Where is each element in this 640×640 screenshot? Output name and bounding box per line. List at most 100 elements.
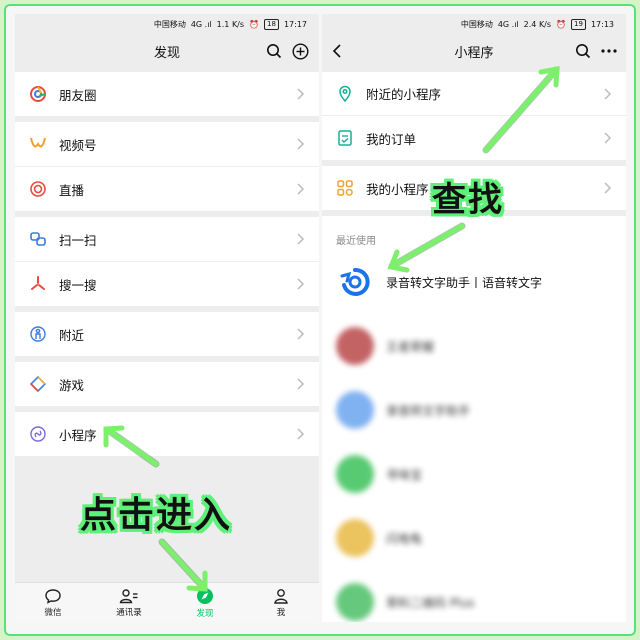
alarm-icon: ⏰ bbox=[556, 19, 567, 29]
nearby-icon bbox=[27, 323, 49, 345]
menu-item-nearby[interactable]: 附近 bbox=[15, 312, 319, 356]
chevron-right-icon bbox=[297, 328, 305, 340]
page-title: 小程序 bbox=[454, 45, 494, 61]
callout-click-enter: 点击进入 bbox=[80, 495, 233, 536]
search-sparkle-icon bbox=[27, 273, 49, 295]
chevron-right-icon bbox=[297, 88, 305, 100]
channels-icon bbox=[27, 133, 49, 155]
chat-icon bbox=[45, 588, 61, 604]
mini-programs-screen: 中国移动 4G .ıl 2.4 K/s ⏰ 19 17:13 小程序 附近的小程… bbox=[322, 14, 626, 622]
games-icon bbox=[27, 373, 49, 395]
mini-program-name: 录音转文字助手 bbox=[386, 403, 471, 418]
location-icon bbox=[334, 83, 356, 105]
recent-mini-program-item[interactable]: 闪电龟 bbox=[322, 506, 626, 570]
menu-item-label: 我的订单 bbox=[366, 131, 417, 147]
menu-item-label: 游戏 bbox=[59, 377, 85, 393]
me-icon bbox=[274, 588, 288, 604]
network-speed: 2.4 K/s bbox=[523, 19, 552, 29]
moments-icon bbox=[27, 83, 49, 105]
menu-item-label: 朋友圈 bbox=[59, 87, 97, 103]
app-avatar-icon bbox=[336, 455, 374, 493]
discover-icon bbox=[197, 587, 213, 604]
menu-item-mini-programs[interactable]: 小程序 bbox=[15, 412, 319, 456]
menu-item-label: 小程序 bbox=[59, 427, 97, 443]
signal-indicator: 4G .ıl bbox=[190, 19, 212, 29]
menu-item-label: 搜一搜 bbox=[59, 277, 97, 293]
tab-label: 我 bbox=[276, 607, 286, 618]
search-icon[interactable] bbox=[265, 42, 283, 60]
chevron-right-icon bbox=[297, 183, 305, 195]
bottom-tab-bar: 微信 通讯录 发现 我 bbox=[15, 582, 319, 622]
add-icon[interactable] bbox=[291, 42, 309, 60]
carrier: 中国移动 bbox=[460, 19, 493, 29]
recent-section-label: 最近使用 bbox=[336, 236, 376, 247]
status-bar: 中国移动 4G .ıl 2.4 K/s ⏰ 19 17:13 bbox=[322, 14, 626, 34]
nav-bar: 小程序 bbox=[322, 34, 626, 68]
app-avatar-icon bbox=[336, 519, 374, 557]
chevron-right-icon bbox=[297, 428, 305, 440]
mini-program-name: 录音转文字助手丨语音转文字 bbox=[386, 275, 543, 290]
recent-mini-program-item[interactable]: 寻味宝 bbox=[322, 442, 626, 506]
order-icon bbox=[334, 127, 356, 149]
app-avatar-icon bbox=[336, 583, 374, 621]
menu-item-label: 视频号 bbox=[59, 137, 97, 153]
tab-label: 微信 bbox=[44, 607, 62, 618]
app-avatar-icon bbox=[336, 327, 374, 365]
nav-bar: 发现 bbox=[15, 34, 319, 68]
mini-program-name: 草料二维码 Plus bbox=[386, 595, 475, 610]
carrier: 中国移动 bbox=[153, 19, 186, 29]
chevron-right-icon bbox=[604, 132, 612, 144]
menu-item-search[interactable]: 搜一搜 bbox=[15, 262, 319, 306]
tab-label: 通讯录 bbox=[116, 607, 142, 618]
menu-item-label: 直播 bbox=[59, 182, 85, 198]
battery-icon: 18 bbox=[264, 18, 279, 30]
tab-label: 发现 bbox=[196, 608, 214, 619]
voice-to-text-app-icon bbox=[336, 263, 374, 301]
search-icon[interactable] bbox=[574, 42, 592, 60]
page-title: 发现 bbox=[153, 45, 180, 61]
recent-mini-program-item[interactable]: 录音转文字助手丨语音转文字 bbox=[322, 250, 626, 314]
chevron-right-icon bbox=[297, 138, 305, 150]
tab-contacts[interactable]: 通讯录 bbox=[91, 583, 167, 622]
status-bar: 中国移动 4G .ıl 1.1 K/s ⏰ 18 17:17 bbox=[15, 14, 319, 34]
chevron-right-icon bbox=[297, 233, 305, 245]
menu-item-label: 附近的小程序 bbox=[366, 87, 442, 102]
mini-program-icon bbox=[27, 423, 49, 445]
callout-find: 查找 bbox=[432, 180, 504, 220]
alarm-icon: ⏰ bbox=[249, 19, 260, 29]
scan-icon bbox=[27, 228, 49, 250]
tab-chats[interactable]: 微信 bbox=[15, 583, 91, 622]
recent-mini-program-item[interactable]: 草料二维码 Plus bbox=[322, 570, 626, 622]
tab-discover[interactable]: 发现 bbox=[167, 583, 243, 622]
more-icon[interactable] bbox=[600, 42, 618, 60]
clock: 17:13 bbox=[590, 19, 614, 29]
menu-item-label: 附近 bbox=[59, 327, 85, 343]
menu-item-nearby-mini-programs[interactable]: 附近的小程序 bbox=[322, 72, 626, 116]
menu-item-live[interactable]: 直播 bbox=[15, 167, 319, 211]
mini-program-name: 王者荣耀 bbox=[386, 339, 435, 354]
recent-mini-program-item[interactable]: 录音转文字助手 bbox=[322, 378, 626, 442]
menu-item-my-orders[interactable]: 我的订单 bbox=[322, 116, 626, 160]
menu-item-moments[interactable]: 朋友圈 bbox=[15, 72, 319, 116]
app-avatar-icon bbox=[336, 391, 374, 429]
mini-program-name: 闪电龟 bbox=[386, 531, 423, 546]
tab-me[interactable]: 我 bbox=[243, 583, 319, 622]
menu-item-channels[interactable]: 视频号 bbox=[15, 122, 319, 166]
clock: 17:17 bbox=[283, 19, 307, 29]
menu-item-label: 扫一扫 bbox=[59, 232, 97, 248]
contacts-icon bbox=[119, 588, 138, 603]
chevron-right-icon bbox=[604, 88, 612, 100]
signal-indicator: 4G .ıl bbox=[497, 19, 519, 29]
recent-mini-program-item[interactable]: 王者荣耀 bbox=[322, 314, 626, 378]
menu-item-scan[interactable]: 扫一扫 bbox=[15, 217, 319, 261]
mini-program-name: 寻味宝 bbox=[386, 467, 423, 482]
live-icon bbox=[27, 178, 49, 200]
network-speed: 1.1 K/s bbox=[216, 19, 245, 29]
chevron-right-icon bbox=[297, 378, 305, 390]
chevron-right-icon bbox=[297, 278, 305, 290]
back-icon[interactable] bbox=[328, 42, 346, 60]
menu-item-games[interactable]: 游戏 bbox=[15, 362, 319, 406]
battery-icon: 19 bbox=[571, 18, 586, 30]
chevron-right-icon bbox=[604, 182, 612, 194]
my-mini-programs-icon bbox=[334, 177, 356, 199]
